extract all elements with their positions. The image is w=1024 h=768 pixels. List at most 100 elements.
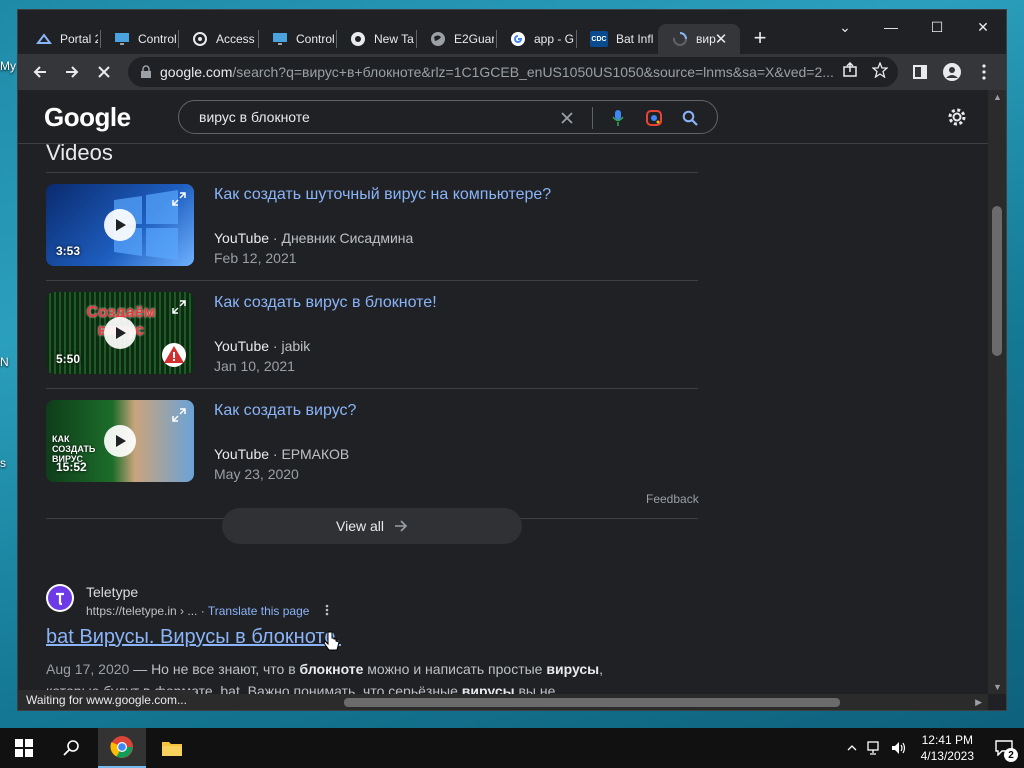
tab-control-2[interactable]: Control [258,24,334,54]
side-panel-icon[interactable] [906,58,934,86]
system-tray: 12:41 PM 4/13/2023 2 [841,728,1024,768]
video-thumbnail[interactable]: Создаём вирус 5:50 [46,292,194,374]
video-source: YouTube · ЕРМАКОВ [214,446,350,462]
close-tab-icon[interactable]: ✕ [712,30,730,48]
search-box[interactable]: вирус в блокноте [178,100,718,134]
video-result[interactable]: 3:53 Как создать шуточный вирус на компь… [46,172,698,280]
video-duration: 15:52 [56,460,87,474]
desktop-icon-label: My [0,59,16,73]
tab-strip: Portal 2 Control Access Control New Ta E… [18,10,1006,54]
profile-icon[interactable] [938,58,966,86]
back-button[interactable] [26,58,54,86]
google-header: Google вирус в блокноте [18,90,988,144]
status-bar: Waiting for www.google.com... [18,690,195,710]
video-source: YouTube · jabik [214,338,311,354]
video-date: Jan 10, 2021 [214,358,295,374]
share-icon[interactable] [842,61,858,82]
view-all-button[interactable]: View all [222,508,522,544]
more-options-icon[interactable] [325,604,329,619]
globe-icon [430,31,446,47]
play-icon[interactable] [104,425,136,457]
windows-taskbar: 12:41 PM 4/13/2023 2 [0,728,1024,768]
teletype-favicon [46,584,74,612]
play-icon[interactable] [104,209,136,241]
vertical-scrollbar[interactable]: ▲ ▼ [988,90,1006,694]
scrollbar-thumb[interactable] [344,698,840,707]
desktop-icon-label: N [0,355,9,369]
chrome-icon [350,31,366,47]
google-logo[interactable]: Google [44,102,131,133]
clear-search-icon[interactable] [556,107,578,129]
feedback-link[interactable]: Feedback [646,492,699,506]
desktop-icon-label: s [0,456,6,470]
search-query-text[interactable]: вирус в блокноте [199,109,310,125]
video-result[interactable]: КАК СОЗДАТЬ ВИРУС 15:52 Как создать виру… [46,388,698,496]
video-thumbnail[interactable]: КАК СОЗДАТЬ ВИРУС 15:52 [46,400,194,482]
expand-icon[interactable] [172,408,186,422]
taskbar-chrome-icon[interactable] [98,728,146,768]
close-window-button[interactable]: ✕ [960,12,1006,42]
browser-window: Portal 2 Control Access Control New Ta E… [18,10,1006,710]
show-hidden-icons-chevron-icon[interactable] [841,745,863,751]
tab-app-google[interactable]: app - G [496,24,574,54]
taskbar-search-icon[interactable] [48,728,96,768]
video-result[interactable]: Создаём вирус 5:50 Как создать вирус в б… [46,280,698,388]
loading-spinner-icon [672,31,688,47]
microphone-icon[interactable] [607,107,629,129]
video-date: May 23, 2020 [214,466,299,482]
video-title-link[interactable]: Как создать вирус? [214,402,356,420]
video-source: YouTube · Дневник Сисадмина [214,230,414,246]
tab-active-search[interactable]: вир ✕ [658,24,740,54]
mouse-cursor [322,630,342,659]
expand-icon[interactable] [172,300,186,314]
google-g-icon [510,31,526,47]
start-button[interactable] [0,728,48,768]
play-icon[interactable] [104,317,136,349]
tab-search-chevron-icon[interactable]: ⌄ [822,12,868,42]
result-title-link[interactable]: bat Вирусы. Вирусы в блокноте. [46,626,341,649]
result-snippet: Aug 17, 2020 — Но не все знают, что в бл… [46,661,604,694]
scrollbar-thumb[interactable] [992,206,1002,356]
taskbar-file-explorer-icon[interactable] [148,728,196,768]
minimize-button[interactable]: — [868,12,914,42]
tab-new-tab[interactable]: New Ta [336,24,414,54]
video-title-link[interactable]: Как создать шуточный вирус на компьютере… [214,186,551,204]
search-icon[interactable] [679,107,701,129]
video-thumbnail[interactable]: 3:53 [46,184,194,266]
monitor-icon [272,31,288,47]
result-site-name[interactable]: Teletype [86,584,138,600]
video-duration: 5:50 [56,352,81,366]
web-page: Google вирус в блокноте Videos 3:53 Как … [18,90,988,694]
volume-icon[interactable] [887,741,911,755]
video-title-link[interactable]: Как создать вирус в блокноте! [214,294,437,312]
maximize-button[interactable]: ☐ [914,12,960,42]
portal-icon [36,31,52,47]
google-lens-icon[interactable] [643,107,665,129]
warning-icon [162,343,186,367]
tab-access[interactable]: Access [178,24,256,54]
tab-portal[interactable]: Portal 2 [22,24,98,54]
access-icon [192,31,208,47]
tab-control[interactable]: Control [100,24,176,54]
network-icon[interactable] [863,741,887,755]
lock-icon[interactable] [140,65,152,79]
notification-center-icon[interactable]: 2 [984,728,1024,768]
forward-button[interactable] [58,58,86,86]
translate-link[interactable]: Translate this page [208,604,310,618]
video-date: Feb 12, 2021 [214,250,297,266]
video-duration: 3:53 [56,244,81,258]
taskbar-clock[interactable]: 12:41 PM 4/13/2023 [911,732,984,764]
arrow-right-icon [395,520,408,532]
new-tab-button[interactable]: + [746,24,774,52]
result-url[interactable]: https://teletype.in › ... · Translate th… [86,604,329,619]
address-bar[interactable]: google.com/search?q=вирус+в+блокноте&rlz… [128,57,898,87]
monitor-icon [114,31,130,47]
tab-e2guardian[interactable]: E2Guar [416,24,494,54]
expand-icon[interactable] [172,192,186,206]
bookmark-star-icon[interactable] [871,61,889,82]
browser-toolbar: google.com/search?q=вирус+в+блокноте&rlz… [18,54,1006,90]
stop-loading-button[interactable] [90,58,118,86]
menu-kebab-icon[interactable] [970,58,998,86]
settings-gear-icon[interactable] [944,104,970,130]
tab-bat-influenza[interactable]: CDC Bat Infl [576,24,656,54]
